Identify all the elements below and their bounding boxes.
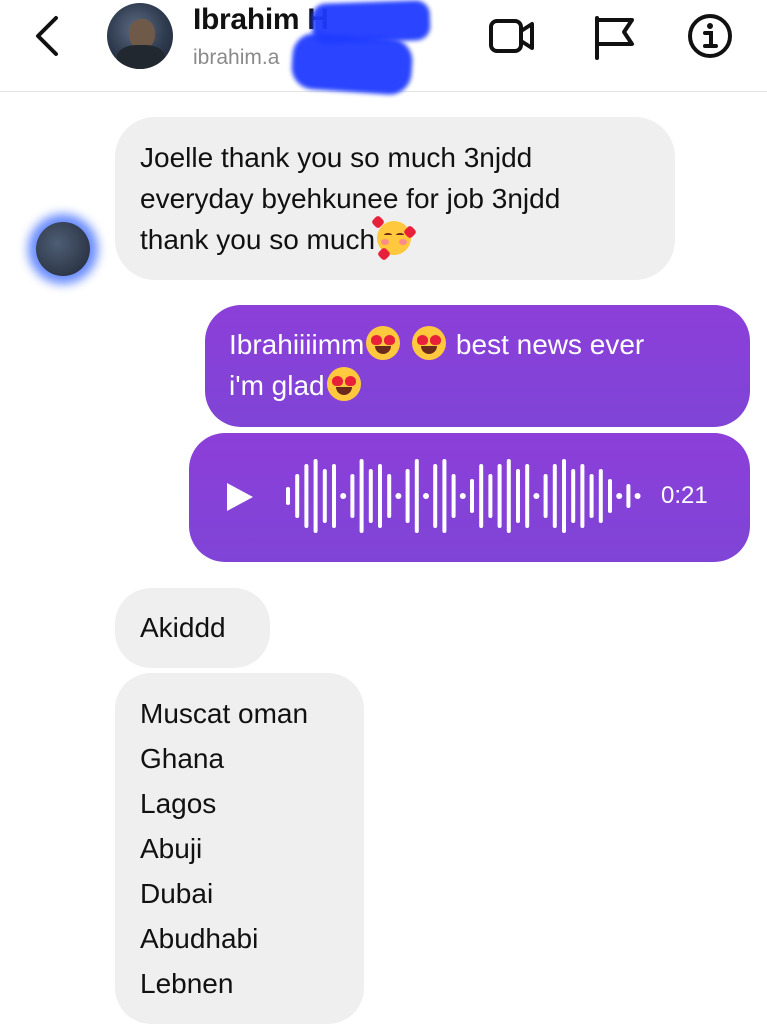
flag-icon[interactable] [590,12,638,60]
chat-header: Ibrahim H ibrahim.a [0,0,767,97]
message-line: Joelle thank you so much 3njdd [140,142,533,173]
back-chevron-icon[interactable] [28,14,68,58]
message-line: Ibrahiiiimm best news ever [229,324,726,365]
message-line: Abudhabi [140,923,259,954]
waveform-bar [634,493,641,499]
waveform-bar [395,493,402,499]
contact-name[interactable]: Ibrahim H [193,3,329,37]
message-line: Akiddd [140,612,226,643]
heart-eyes-emoji-icon [412,326,447,360]
message-line: Lagos [140,788,217,819]
sender-avatar[interactable] [28,214,98,284]
smiling-face-with-hearts-icon [370,214,418,262]
voice-duration: 0:21 [661,482,708,509]
heart-eyes-emoji-icon [326,367,361,401]
incoming-message[interactable]: Muscat oman Ghana Lagos Abuji Dubai Abud… [115,673,364,1024]
message-line: Ghana [140,743,225,774]
waveform-bar [459,493,466,499]
contact-username[interactable]: ibrahim.a [193,46,279,70]
message-line: everyday byehkunee for job 3njdd [140,183,561,214]
message-line: thank you so much [140,214,650,262]
video-camera-icon[interactable] [488,12,536,60]
message-line: Lebnen [140,968,234,999]
waveform-bar [533,493,540,499]
redaction-mark [290,31,414,97]
contact-avatar[interactable] [107,3,173,69]
waveform-bar [616,493,623,499]
play-icon[interactable] [224,480,256,514]
message-line: Dubai [140,878,214,909]
outgoing-message[interactable]: Ibrahiiiimm best news ever i'm glad [205,305,750,427]
message-line: i'm glad [229,365,726,406]
message-line: Abuji [140,833,203,864]
incoming-message[interactable]: Joelle thank you so much 3njdd everyday … [115,117,675,280]
audio-waveform[interactable] [284,455,644,537]
info-icon[interactable] [686,12,734,60]
heart-eyes-emoji-icon [366,326,401,360]
waveform-bar [423,493,429,499]
waveform-bar [340,493,347,499]
incoming-message[interactable]: Akiddd [115,588,270,668]
message-line: Muscat oman [140,698,309,729]
